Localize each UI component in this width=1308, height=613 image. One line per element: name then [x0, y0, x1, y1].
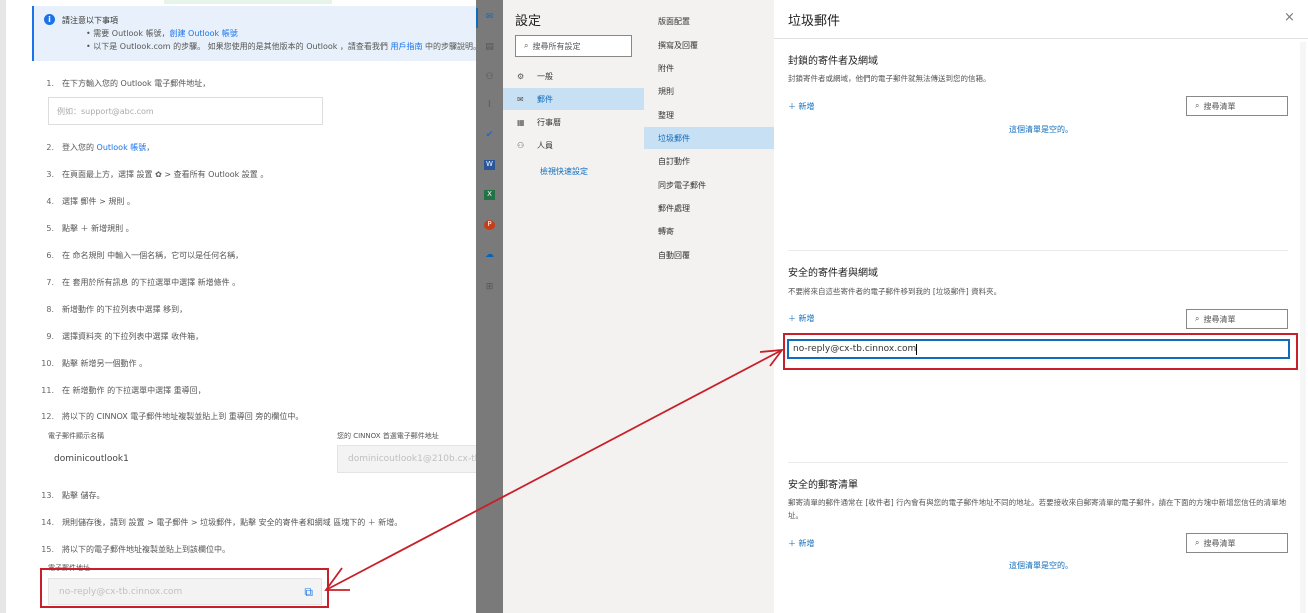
annotation-arrow — [324, 348, 784, 591]
arrow-line — [325, 349, 783, 591]
